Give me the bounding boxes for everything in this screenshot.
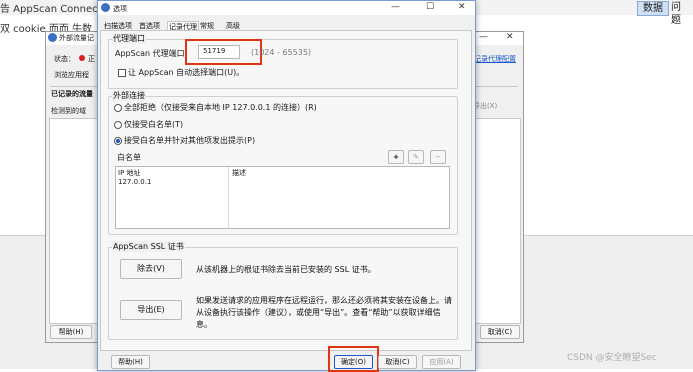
record-proxy-config-link[interactable]: 记录代理配置 xyxy=(474,54,516,64)
auto-port-label: 让 AppScan 自动选择端口(U)。 xyxy=(128,68,245,77)
external-connections-label: 外部连接 xyxy=(112,90,146,101)
outer-help-button[interactable]: 帮助(H) xyxy=(50,325,92,339)
column-desc-header: 描述 xyxy=(232,169,246,177)
column-divider xyxy=(228,167,229,228)
edit-whitelist-button[interactable]: ✎ xyxy=(408,150,424,164)
column-ip-header: IP 地址 xyxy=(118,169,141,177)
port-range-hint: (1024 - 65535) xyxy=(251,48,312,57)
detected-domains-label: 检测到的域 xyxy=(51,107,86,115)
recorded-traffic-label: 已记录的流量 xyxy=(51,90,93,98)
outer-close-icon[interactable]: ✕ xyxy=(506,32,514,42)
radio-whitelist-only[interactable] xyxy=(114,121,122,129)
export-cert-description: 如果发送请求的应用程序在远程运行，那么还必须将其安装在设备上。请从设备执行该操作… xyxy=(196,296,452,329)
minimize-icon[interactable]: — xyxy=(391,2,400,12)
remove-cert-description: 从该机器上的根证书除去当前已安装的 SSL 证书。 xyxy=(196,265,376,274)
options-dialog: 选项 — ☐ ✕ 扫描选项 首选项 记录代理 常规 高级 代理端口 AppSca… xyxy=(97,0,476,372)
background-app-title: 告 AppScan Connect xyxy=(0,4,102,15)
remove-cert-button[interactable]: 除去(V) xyxy=(120,259,182,279)
app-logo-icon xyxy=(48,33,57,42)
ok-highlight-box xyxy=(328,346,379,372)
close-icon[interactable]: ✕ xyxy=(458,2,466,12)
export-cert-button[interactable]: 导出(E) xyxy=(120,300,182,320)
radio-reject-all-label: 全部拒绝（仅接受来自本地 IP 127.0.0.1 的连接）(R) xyxy=(124,103,317,112)
proxy-port-label: AppScan 代理端口 xyxy=(115,49,185,58)
export-button[interactable]: 导出(X) xyxy=(473,101,497,111)
watermark: CSDN @安全瞭望Sec xyxy=(567,353,657,363)
outer-minimize-icon[interactable]: — xyxy=(479,32,488,42)
radio-whitelist-prompt[interactable] xyxy=(114,137,122,145)
status-value: 正 xyxy=(88,55,95,63)
radio-whitelist-prompt-label: 接受白名单并针对其他项发出提示(P) xyxy=(124,136,256,145)
radio-reject-all[interactable] xyxy=(114,104,122,112)
status-label: 状态： xyxy=(54,55,75,63)
browse-app-label: 浏览应用程 xyxy=(54,71,89,79)
whitelist-label: 白名单 xyxy=(117,153,141,162)
auto-port-checkbox[interactable] xyxy=(118,69,126,77)
remove-whitelist-button[interactable]: − xyxy=(430,150,446,164)
radio-whitelist-only-label: 仅接受白名单(T) xyxy=(124,120,184,129)
right-list-panel xyxy=(474,118,521,324)
outer-window-title: 外部流量记 xyxy=(59,34,94,42)
status-dot-icon xyxy=(79,55,85,61)
cancel-button[interactable]: 取消(C) xyxy=(378,355,417,369)
domains-list[interactable] xyxy=(49,118,101,324)
help-button[interactable]: 帮助(H) xyxy=(111,355,150,369)
issues-tab-button[interactable]: 问题 xyxy=(666,1,693,26)
dialog-logo-icon xyxy=(101,3,110,12)
maximize-icon[interactable]: ☐ xyxy=(426,2,434,12)
whitelist-table[interactable]: IP 地址 描述 127.0.0.1 xyxy=(115,166,450,229)
proxy-port-group-label: 代理端口 xyxy=(112,33,146,44)
data-tab-button[interactable]: 数据 xyxy=(637,1,669,16)
apply-button[interactable]: 应用(A) xyxy=(422,355,461,369)
add-whitelist-button[interactable]: + xyxy=(388,150,404,164)
proxy-port-group xyxy=(108,39,458,89)
outer-cancel-button[interactable]: 取消(C) xyxy=(480,325,520,339)
table-row-ip[interactable]: 127.0.0.1 xyxy=(118,178,151,186)
dialog-title: 选项 xyxy=(113,5,127,13)
ssl-cert-group-label: AppScan SSL 证书 xyxy=(112,241,185,252)
dialog-titlebar xyxy=(98,1,475,15)
